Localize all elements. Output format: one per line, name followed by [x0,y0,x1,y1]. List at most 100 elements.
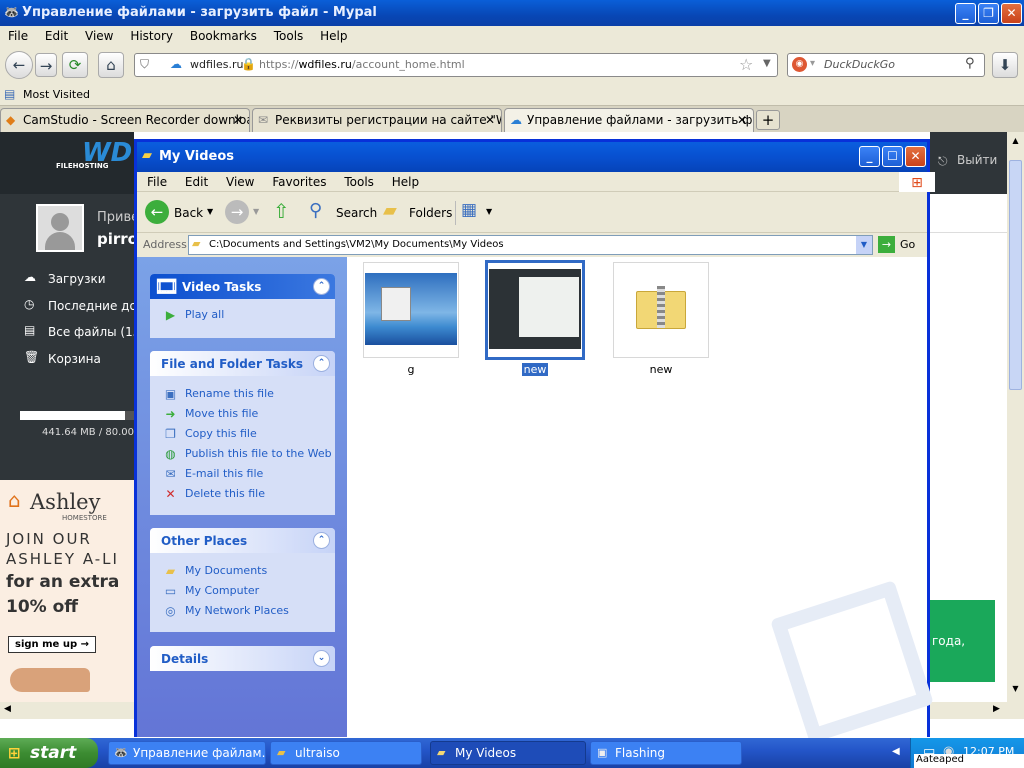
xp-menu-favorites[interactable]: Favorites [272,172,326,189]
url-dropdown-icon[interactable]: ▼ [763,58,771,69]
close-tab-icon[interactable]: ✕ [233,113,243,127]
search-input[interactable]: DuckDuckGo [824,58,895,71]
place-my-computer[interactable]: ▭ My Computer [150,581,335,601]
search-button[interactable]: ⚲ Search [309,200,377,226]
url-text[interactable]: https://wdfiles.ru/account_home.html [259,58,465,71]
nav-trash[interactable]: Корзина [48,352,101,366]
address-dropdown-icon[interactable]: ▼ [856,236,872,254]
up-folder-icon[interactable]: ⇧ [273,199,290,223]
xp-menu-help[interactable]: Help [392,172,419,189]
bookmark-most-visited[interactable]: Most Visited [23,88,90,101]
task-move[interactable]: ➜ Move this file [150,404,335,424]
task-play-all[interactable]: ▶ Play all [150,305,335,325]
forward-arrow-icon[interactable]: → [35,53,57,77]
ad-banner[interactable]: ⌂ Ashley HOMESTORE JOIN OUR ASHLEY A-LI … [0,480,134,702]
bookmark-star-icon[interactable]: ☆ [739,55,753,74]
restore-button[interactable]: ❐ [978,3,999,24]
task-email[interactable]: ✉ E-mail this file [150,464,335,484]
close-button[interactable]: ✕ [1001,3,1022,24]
back-dropdown-icon[interactable]: ▼ [207,207,213,216]
minimize-button[interactable]: _ [955,3,976,24]
place-my-documents[interactable]: ▰ My Documents [150,561,335,581]
folders-button[interactable]: ▰ Folders [383,200,452,226]
go-arrow-icon[interactable]: → [878,236,895,253]
tab-camstudio[interactable]: ◆ CamStudio - Screen Recorder download |… [0,108,250,132]
task-publish[interactable]: ◍ Publish this file to the Web [150,444,335,464]
search-engine-dropdown-icon[interactable]: ▾ [810,58,815,69]
reload-icon[interactable]: ⟳ [62,52,88,78]
duckduckgo-icon[interactable]: ◉ [792,57,807,72]
details-header[interactable]: Details ⌄ [150,646,335,671]
file-folder-tasks-header[interactable]: File and Folder Tasks ⌃ [150,351,335,376]
search-bar[interactable]: ◉ ▾ DuckDuckGo ⚲ [787,53,985,77]
file-name-g[interactable]: g [363,363,459,376]
avatar[interactable] [36,204,84,252]
task-rename[interactable]: ▣ Rename this file [150,384,335,404]
close-tab-icon[interactable]: ✕ [485,113,495,127]
start-button[interactable]: ⊞ start [0,738,98,768]
menu-view[interactable]: View [85,26,113,43]
file-name-new-selected[interactable]: new [487,363,583,376]
taskbar-item-my-videos[interactable]: ▰ My Videos [430,741,586,765]
taskbar-item-browser[interactable]: 🦝 Управление файлам... [108,741,266,765]
forward-dropdown-icon[interactable]: ▼ [253,207,259,216]
video-tasks-header[interactable]: 🎞 Video Tasks ⌃ [150,274,335,299]
expand-icon[interactable]: ⌄ [313,650,330,667]
taskbar-item-flashing[interactable]: ▣ Flashing [590,741,742,765]
collapse-icon[interactable]: ⌃ [313,355,330,372]
explorer-minimize-button[interactable]: _ [859,146,880,167]
scroll-left-icon[interactable]: ◀ [4,704,11,714]
search-icon[interactable]: ⚲ [965,56,975,71]
views-dropdown-icon[interactable]: ▼ [486,207,492,216]
downloads-icon[interactable]: ⬇ [992,52,1018,78]
new-tab-button[interactable]: + [756,110,780,130]
menu-edit[interactable]: Edit [45,26,68,43]
back-button[interactable]: ← Back ▼ [145,200,215,226]
file-thumb-new-zip[interactable] [613,262,709,358]
views-icon[interactable]: ▦ [461,200,477,220]
logout-link[interactable]: Выйти [957,153,997,167]
menu-tools[interactable]: Tools [274,26,304,43]
close-tab-icon[interactable]: ✕ [737,113,747,127]
tray-expand-icon[interactable]: ◀ [892,746,900,757]
promo-box[interactable]: года, [930,600,995,682]
task-copy[interactable]: ❐ Copy this file [150,424,335,444]
info-shield-icon[interactable]: ⛉ [140,57,149,72]
explorer-close-button[interactable]: ✕ [905,146,926,167]
xp-menu-file[interactable]: File [147,172,167,189]
scroll-right-icon[interactable]: ▶ [993,704,1000,714]
scroll-up-icon[interactable]: ▲ [1009,136,1022,150]
menu-help[interactable]: Help [320,26,347,43]
file-name-new-zip[interactable]: new [613,363,709,376]
page-scrollbar[interactable]: ▲ ▼ [1007,132,1024,702]
home-icon[interactable]: ⌂ [98,52,124,78]
other-places-header[interactable]: Other Places ⌃ [150,528,335,553]
nav-uploads[interactable]: Загрузки [48,272,106,286]
menu-history[interactable]: History [130,26,173,43]
scroll-down-icon[interactable]: ▼ [1009,684,1022,698]
scroll-thumb[interactable] [1009,160,1022,390]
xp-menu-edit[interactable]: Edit [185,172,208,189]
explorer-maximize-button[interactable]: ☐ [882,146,903,167]
taskbar-item-ultraiso[interactable]: ▰ ultraiso [270,741,422,765]
url-bar[interactable]: ⛉ ☁ wdfiles.ru 🔒 https://wdfiles.ru/acco… [134,53,778,77]
back-arrow-icon[interactable]: ← [5,51,33,79]
forward-button[interactable]: → [225,200,249,224]
address-field[interactable]: ▰ C:\Documents and Settings\VM2\My Docum… [188,235,873,255]
file-thumb-g[interactable] [363,262,459,358]
nav-all-files[interactable]: Все файлы (15 [48,325,140,339]
xp-menu-tools[interactable]: Tools [344,172,374,189]
ad-signup-button[interactable]: sign me up → [8,636,96,653]
menu-file[interactable]: File [8,26,28,43]
task-delete[interactable]: ✕ Delete this file [150,484,335,504]
menu-bookmarks[interactable]: Bookmarks [190,26,257,43]
tab-file-manager[interactable]: ☁ Управление файлами - загрузить файл ✕ [504,108,754,132]
tab-requisites[interactable]: ✉ Реквизиты регистрации на сайте "WD... … [252,108,502,132]
xp-menu-view[interactable]: View [226,172,254,189]
site-identity[interactable]: wdfiles.ru [190,58,243,71]
go-button[interactable]: Go [900,238,915,251]
collapse-icon[interactable]: ⌃ [313,532,330,549]
place-my-network[interactable]: ◎ My Network Places [150,601,335,621]
collapse-icon[interactable]: ⌃ [313,278,330,295]
file-thumb-new-selected[interactable] [485,260,585,360]
